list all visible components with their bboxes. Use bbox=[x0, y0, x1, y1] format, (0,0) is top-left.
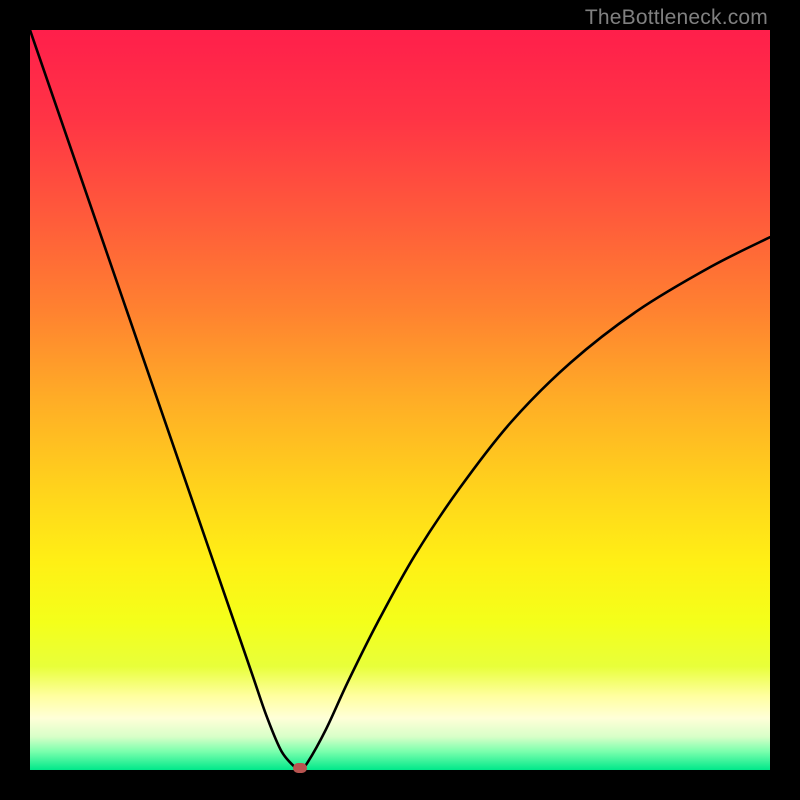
minimum-marker bbox=[293, 763, 307, 773]
watermark-text: TheBottleneck.com bbox=[585, 6, 768, 30]
plot-area bbox=[30, 30, 770, 770]
chart-container: TheBottleneck.com bbox=[0, 0, 800, 800]
background-gradient bbox=[30, 30, 770, 770]
